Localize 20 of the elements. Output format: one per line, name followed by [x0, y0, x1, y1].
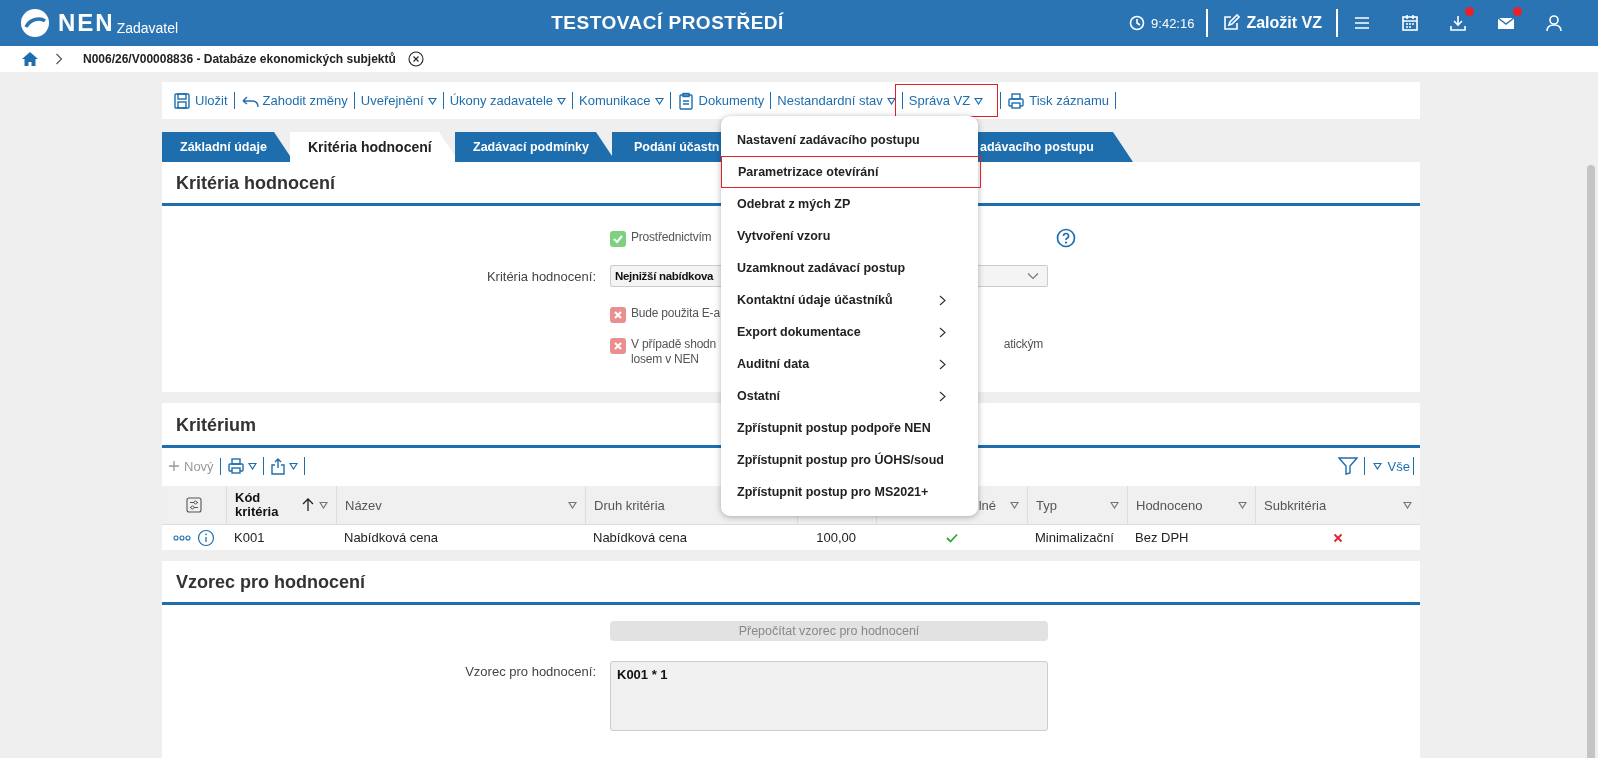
logo-text: NEN: [58, 9, 115, 37]
option-text: V případě shodn: [631, 337, 717, 352]
panel-title: Kritérium: [176, 415, 256, 437]
option-text: Prostřednictvím: [631, 229, 712, 245]
table-cell: Nabídková cena: [593, 530, 687, 545]
logo-subtitle: Zadavatel: [116, 20, 179, 36]
table-cell: K001: [234, 530, 265, 545]
panel-title: Kritéria hodnocení: [176, 173, 336, 195]
option-text: Bude použita E-a: [631, 305, 720, 321]
panel-title: Vzorec pro hodnocení: [176, 572, 366, 594]
time-text: 9:42:16: [1151, 15, 1195, 31]
option-text: atickým: [1003, 337, 1043, 352]
field-label: Kritéria hodnocení:: [486, 268, 596, 284]
table-cell: Nabídková cena: [344, 530, 438, 545]
table-cell: 100,00: [816, 530, 856, 545]
table-cell: Bez DPH: [1135, 530, 1189, 545]
field-label: Vzorec pro hodnocení:: [465, 664, 596, 679]
table-cell: Minimalizační: [1035, 530, 1114, 545]
option-text: losem v NEN: [631, 352, 699, 367]
environment-title: TESTOVACÍ PROSTŘEDÍ: [550, 12, 785, 34]
